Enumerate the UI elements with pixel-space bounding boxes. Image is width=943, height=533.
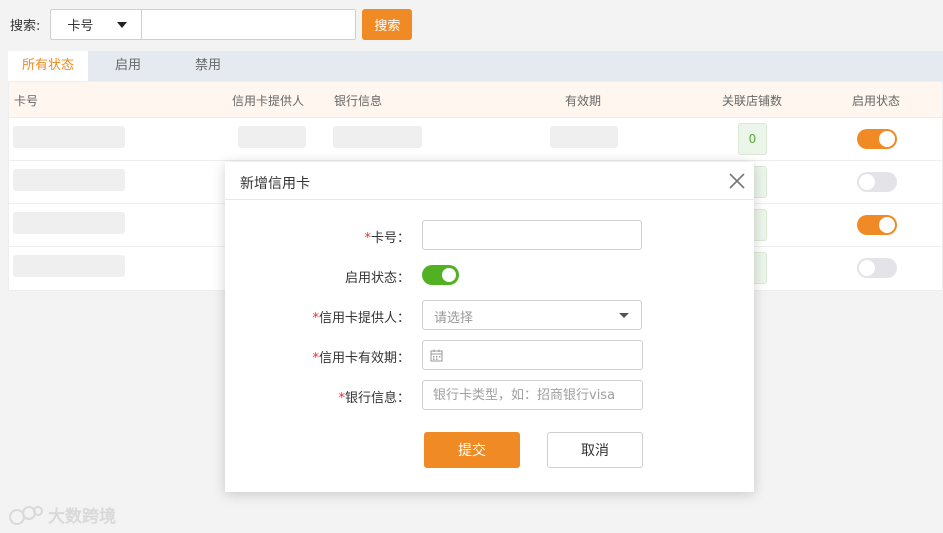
- search-input[interactable]: [142, 10, 356, 39]
- status-toggle[interactable]: [857, 215, 897, 235]
- loading-placeholder: [13, 169, 125, 191]
- store-count-badge[interactable]: 0: [738, 123, 767, 155]
- tab-enabled[interactable]: 启用: [88, 51, 168, 81]
- column-header-expiry: 有效期: [565, 94, 602, 108]
- table-header: 卡号 信用卡提供人 银行信息 有效期 关联店铺数 启用状态: [9, 82, 942, 118]
- status-toggle[interactable]: [422, 265, 459, 285]
- caret-down-icon: [619, 313, 629, 318]
- loading-placeholder: [13, 255, 125, 277]
- form-row-card-number: *卡号：: [225, 220, 754, 250]
- form-row-expiry: *信用卡有效期：: [225, 340, 754, 370]
- status-toggle[interactable]: [857, 172, 897, 192]
- column-header-store-count: 关联店铺数: [722, 94, 783, 108]
- bank-field[interactable]: [423, 381, 642, 409]
- status-label: 启用状态：: [344, 271, 410, 286]
- form-row-provider: *信用卡提供人： 请选择: [225, 300, 754, 330]
- status-toggle[interactable]: [857, 258, 897, 278]
- column-header-bank: 银行信息: [334, 94, 383, 108]
- dialog-title: 新增信用卡: [240, 176, 310, 192]
- provider-select[interactable]: 请选择: [422, 300, 642, 330]
- expiry-field[interactable]: [423, 341, 642, 369]
- search-field-select-value: 卡号: [67, 19, 94, 34]
- column-header-card-number: 卡号: [14, 94, 39, 108]
- loading-placeholder: [550, 126, 618, 148]
- search-field-select[interactable]: 卡号: [51, 10, 143, 39]
- form-row-bank: *银行信息：: [225, 380, 754, 410]
- calendar-icon: [430, 349, 443, 362]
- tab-all-status[interactable]: 所有状态: [8, 51, 88, 81]
- loading-placeholder: [13, 126, 125, 148]
- submit-button[interactable]: 提交: [424, 432, 520, 468]
- loading-placeholder: [333, 126, 422, 148]
- column-header-provider: 信用卡提供人: [232, 94, 305, 108]
- watermark-logo-icon: [9, 505, 43, 525]
- column-header-status: 启用状态: [852, 94, 901, 108]
- card-number-field[interactable]: [423, 221, 641, 249]
- loading-placeholder: [238, 126, 306, 148]
- bank-input[interactable]: [422, 380, 643, 410]
- table-row: 0: [9, 118, 942, 161]
- search-label: 搜索:: [10, 19, 41, 34]
- tab-disabled[interactable]: 禁用: [168, 51, 248, 81]
- cancel-button[interactable]: 取消: [547, 432, 643, 468]
- provider-label: *信用卡提供人：: [312, 311, 410, 326]
- search-bar: 搜索: 卡号 搜索: [10, 9, 413, 40]
- card-number-label: *卡号：: [364, 231, 410, 246]
- provider-placeholder: 请选择: [434, 311, 474, 326]
- status-tabs: 所有状态 启用 禁用: [8, 51, 943, 81]
- add-credit-card-dialog: 新增信用卡 *卡号： 启用状态： *信用卡提供人： 请选择 *信用卡有效期： *…: [225, 162, 754, 492]
- status-toggle[interactable]: [857, 129, 897, 149]
- form-row-status: 启用状态：: [225, 262, 754, 292]
- expiry-label: *信用卡有效期：: [312, 351, 410, 366]
- dialog-header: 新增信用卡: [225, 162, 754, 200]
- close-icon[interactable]: [728, 172, 746, 190]
- search-button[interactable]: 搜索: [362, 9, 413, 40]
- loading-placeholder: [13, 212, 125, 234]
- watermark-text: 大数跨境: [48, 507, 116, 527]
- search-group: 卡号: [50, 9, 357, 40]
- expiry-date-picker[interactable]: [422, 340, 643, 370]
- bank-label: *银行信息：: [338, 391, 410, 406]
- caret-down-icon: [117, 22, 128, 28]
- card-number-input[interactable]: [422, 220, 642, 250]
- watermark: 大数跨境: [8, 502, 116, 527]
